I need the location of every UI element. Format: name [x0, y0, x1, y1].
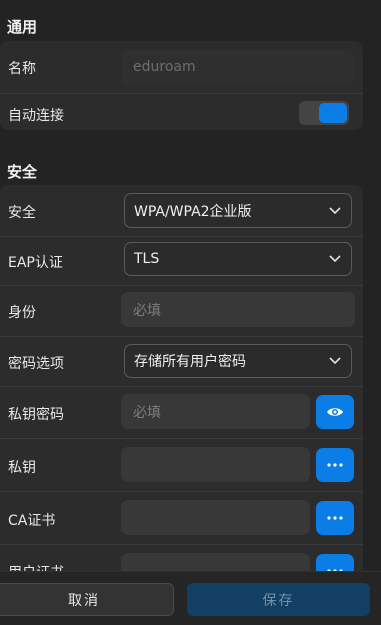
security-row: 安全 WPA/WPA2企业版	[0, 185, 363, 236]
chevron-down-icon	[329, 255, 341, 263]
password-option-row: 密码选项 存储所有用户密码	[0, 337, 363, 386]
chevron-down-icon	[329, 357, 341, 365]
security-label: 安全	[8, 205, 36, 221]
browse-user-cert-button[interactable]	[316, 554, 354, 571]
ca-cert-input[interactable]	[121, 500, 310, 535]
name-row: 名称 eduroam	[0, 41, 363, 93]
eap-row: EAP认证 TLS	[0, 237, 363, 285]
identity-row: 身份 必填	[0, 286, 363, 336]
eap-label: EAP认证	[8, 255, 63, 271]
autoconnect-label: 自动连接	[8, 108, 64, 124]
password-option-value: 存储所有用户密码	[134, 354, 246, 370]
cancel-button[interactable]: 取消	[0, 583, 174, 616]
save-button[interactable]: 保存	[187, 583, 370, 616]
private-key-password-label: 私钥密码	[8, 407, 64, 423]
security-dropdown[interactable]: WPA/WPA2企业版	[124, 193, 352, 228]
private-key-password-input[interactable]: 必填	[121, 394, 310, 429]
user-cert-input[interactable]	[121, 553, 310, 571]
browse-ca-cert-button[interactable]	[316, 501, 354, 535]
general-section-title: 通用	[7, 18, 38, 36]
general-card: 名称 eduroam 自动连接	[0, 41, 363, 130]
chevron-down-icon	[329, 206, 341, 214]
ca-cert-row: CA证书	[0, 492, 363, 544]
browse-private-key-button[interactable]	[316, 448, 354, 482]
private-key-row: 私钥	[0, 439, 363, 491]
security-section-title: 安全	[7, 163, 38, 181]
password-option-label: 密码选项	[8, 356, 64, 372]
name-label: 名称	[8, 61, 36, 77]
security-card: 安全 WPA/WPA2企业版 EAP认证 TLS 身份 必填 密码选项 存储所有…	[0, 185, 363, 571]
autoconnect-toggle[interactable]	[299, 101, 349, 125]
name-field[interactable]: eduroam	[121, 50, 354, 84]
private-key-password-placeholder: 必填	[133, 404, 161, 421]
user-cert-label: 用户证书	[8, 562, 64, 571]
toggle-knob	[319, 103, 347, 123]
private-key-password-row: 私钥密码 必填	[0, 387, 363, 438]
eap-dropdown[interactable]: TLS	[124, 242, 352, 276]
eap-value: TLS	[134, 251, 160, 267]
eye-icon	[327, 408, 343, 416]
ca-cert-label: CA证书	[8, 513, 56, 529]
identity-input[interactable]: 必填	[121, 292, 355, 327]
private-key-input[interactable]	[121, 447, 310, 482]
security-value: WPA/WPA2企业版	[134, 203, 252, 220]
user-cert-row: 用户证书	[0, 545, 363, 571]
identity-placeholder: 必填	[133, 302, 161, 319]
reveal-password-button[interactable]	[316, 395, 354, 429]
name-value: eduroam	[133, 59, 196, 75]
more-dots-icon	[327, 516, 343, 520]
private-key-label: 私钥	[8, 460, 36, 476]
settings-scroll-area[interactable]: 通用 名称 eduroam 自动连接 安全 安全 WPA/WPA2企业版 EAP…	[0, 0, 381, 571]
identity-label: 身份	[8, 305, 36, 321]
autoconnect-row: 自动连接	[0, 94, 363, 130]
more-dots-icon	[327, 463, 343, 467]
password-option-dropdown[interactable]: 存储所有用户密码	[124, 344, 352, 378]
footer-bar: 取消 保存	[0, 571, 381, 625]
